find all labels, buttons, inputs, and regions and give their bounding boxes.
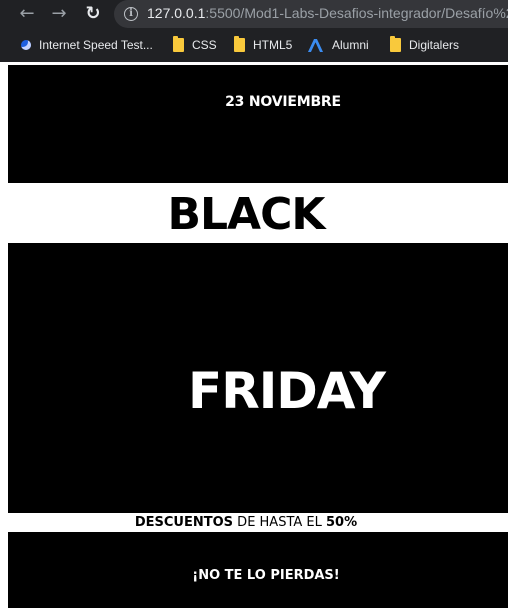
event-date: 23 NOVIEMBRE xyxy=(225,94,341,110)
title-friday: FRIDAY xyxy=(188,362,386,420)
browser-chrome: ← → ↻ i 127.0.0.1:5500/Mod1-Labs-Desafio… xyxy=(0,0,508,63)
title-black: BLACK xyxy=(167,189,325,240)
bookmark-label: CSS xyxy=(192,38,217,52)
address-bar[interactable]: i 127.0.0.1:5500/Mod1-Labs-Desafios-inte… xyxy=(114,0,508,28)
bookmarks-bar: Internet Speed Test... CSS HTML5 Alumni … xyxy=(0,30,508,60)
back-arrow-icon[interactable]: ← xyxy=(16,4,38,24)
speedtest-icon xyxy=(21,40,31,50)
url-text[interactable]: 127.0.0.1:5500/Mod1-Labs-Desafios-integr… xyxy=(147,5,508,21)
bookmark-css[interactable]: CSS xyxy=(173,36,217,53)
bookmark-internet-speed-test[interactable]: Internet Speed Test... xyxy=(21,37,153,53)
folder-icon xyxy=(234,36,245,52)
folder-icon xyxy=(390,36,401,52)
bookmark-label: Internet Speed Test... xyxy=(39,38,153,52)
bookmark-alumni[interactable]: Alumni xyxy=(310,37,369,53)
url-path: :5500/Mod1-Labs-Desafios-integrador/Desa… xyxy=(205,5,508,21)
discount-prefix: DESCUENTOS xyxy=(134,515,234,530)
folder-icon xyxy=(173,36,184,52)
forward-arrow-icon[interactable]: → xyxy=(48,4,70,24)
alumni-logo-icon xyxy=(310,38,324,52)
call-to-action: ¡NO TE LO PIERDAS! xyxy=(192,568,340,583)
discount-percent: 50% xyxy=(326,515,358,530)
bookmark-label: HTML5 xyxy=(253,38,293,52)
bookmark-html5[interactable]: HTML5 xyxy=(234,36,293,53)
bookmark-label: Digitalers xyxy=(409,38,460,52)
hero-band: FRIDAY xyxy=(8,243,508,513)
browser-toolbar: ← → ↻ i 127.0.0.1:5500/Mod1-Labs-Desafio… xyxy=(0,0,508,30)
info-icon[interactable]: i xyxy=(124,7,138,21)
url-host: 127.0.0.1 xyxy=(147,5,206,21)
footer-band: ¡NO TE LO PIERDAS! xyxy=(8,532,508,608)
discount-middle: DE HASTA EL xyxy=(233,515,327,530)
header-band: 23 NOVIEMBRE xyxy=(8,65,508,183)
bookmark-digitalers[interactable]: Digitalers xyxy=(390,36,460,53)
bookmark-label: Alumni xyxy=(332,38,369,52)
reload-icon[interactable]: ↻ xyxy=(82,4,104,24)
discount-line: DESCUENTOS DE HASTA EL 50% xyxy=(8,515,508,531)
